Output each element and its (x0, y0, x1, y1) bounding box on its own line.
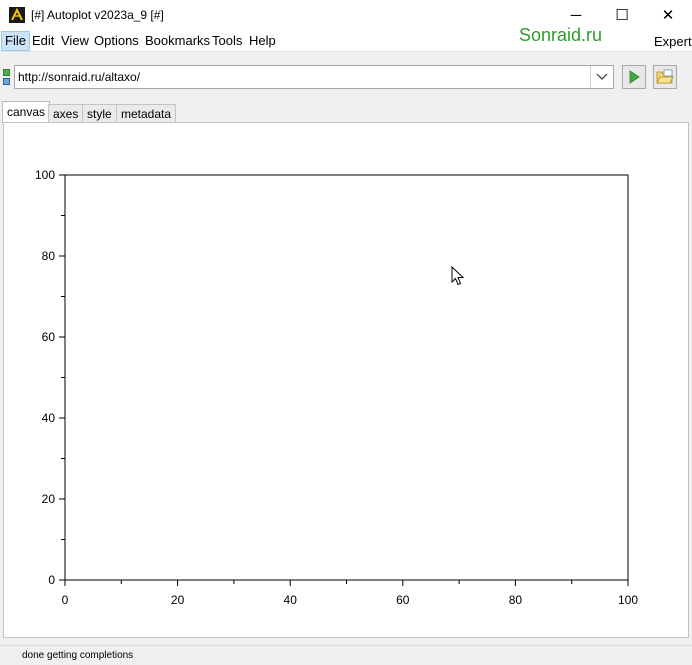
status-indicator-green-icon (3, 69, 10, 76)
play-icon (629, 70, 640, 84)
y-tick-label: 40 (42, 411, 56, 425)
x-tick-label: 40 (284, 593, 298, 607)
tab-canvas[interactable]: canvas (2, 101, 51, 123)
menu-view[interactable]: View (58, 32, 92, 50)
menu-edit[interactable]: Edit (29, 32, 57, 50)
plot-frame (64, 174, 629, 581)
x-tick-label: 0 (62, 593, 69, 607)
tab-style[interactable]: style (82, 104, 117, 122)
status-text: done getting completions (22, 650, 134, 661)
y-tick-label: 60 (42, 330, 56, 344)
x-tick-label: 20 (171, 593, 185, 607)
menu-file[interactable]: File (1, 31, 30, 51)
go-button[interactable] (622, 65, 646, 89)
plot-area: 0 20 40 60 80 100 0 20 40 60 80 100 (35, 168, 638, 607)
y-tick-label: 20 (42, 492, 56, 506)
open-file-button[interactable] (653, 65, 677, 89)
chevron-down-icon (596, 73, 608, 80)
plot-canvas[interactable]: 0 20 40 60 80 100 0 20 40 60 80 100 (3, 122, 689, 638)
menu-options[interactable]: Options (91, 32, 142, 50)
url-input[interactable] (18, 69, 578, 85)
status-indicator-blue-icon (3, 78, 10, 85)
x-tick-label: 80 (509, 593, 523, 607)
autoplot-app-icon (9, 7, 25, 23)
brand-watermark: Sonraid.ru (519, 25, 603, 45)
maximize-icon: ☐ (615, 7, 629, 24)
url-combobox[interactable] (14, 65, 614, 89)
tab-metadata[interactable]: metadata (116, 104, 177, 122)
x-tick-label: 60 (396, 593, 410, 607)
menu-tools[interactable]: Tools (209, 32, 245, 50)
close-icon: ✕ (661, 7, 675, 24)
menu-help[interactable]: Help (246, 32, 279, 50)
y-tick-label: 100 (35, 168, 55, 182)
expert-mode-label[interactable]: Expert (654, 34, 692, 49)
minimize-icon: ─ (570, 6, 582, 24)
tab-axes[interactable]: axes (48, 104, 84, 122)
folder-open-icon (656, 69, 674, 84)
maximize-button[interactable]: ☐ (599, 0, 645, 30)
y-tick-label: 80 (42, 249, 56, 263)
close-button[interactable]: ✕ (645, 0, 691, 30)
menu-bookmarks[interactable]: Bookmarks (142, 32, 213, 50)
mouse-cursor-icon (451, 265, 465, 289)
x-tick-label: 100 (618, 593, 638, 607)
y-tick-label: 0 (48, 573, 55, 587)
window-title: [#] Autoplot v2023a_9 [#] (31, 8, 164, 22)
url-dropdown-button[interactable] (591, 66, 613, 88)
